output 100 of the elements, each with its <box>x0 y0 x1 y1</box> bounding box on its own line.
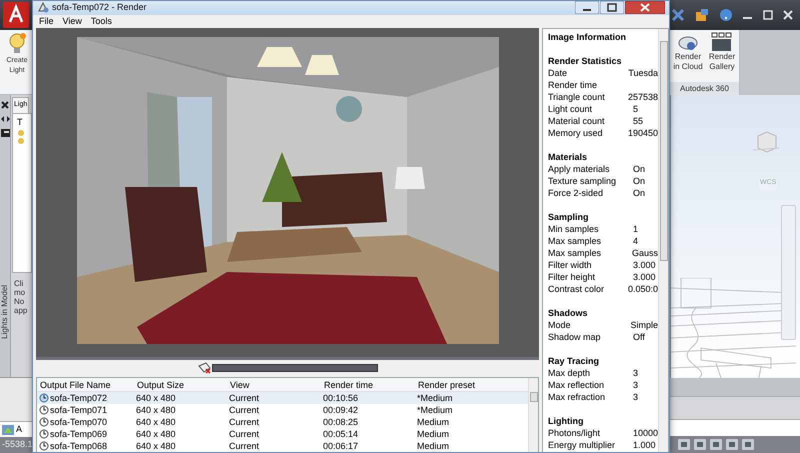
property-value: 3.000 <box>633 270 656 282</box>
close-button[interactable] <box>625 1 665 14</box>
property-value: 1.000 <box>633 438 656 450</box>
table-cell: *Medium <box>417 392 453 404</box>
status-toggle-icon[interactable] <box>678 439 690 450</box>
help-text: Cli <box>14 278 24 288</box>
table-cell: 00:10:56 <box>323 392 358 404</box>
table-cell: sofa-Temp072 <box>50 392 108 404</box>
property-label: Material count <box>548 114 606 126</box>
command-text: A <box>16 422 22 436</box>
maximize-icon[interactable] <box>763 10 773 20</box>
table-cell: sofa-Temp070 <box>50 416 108 428</box>
gallery-icon <box>710 32 734 52</box>
property-label: Apply materials <box>548 162 611 174</box>
help-text: mo <box>14 288 26 296</box>
auto-hide-icon[interactable] <box>0 115 10 123</box>
property-label: Memory used <box>548 126 604 138</box>
close-icon[interactable] <box>1 101 9 109</box>
section-title: Ray Tracing <box>548 354 600 366</box>
help-icon[interactable] <box>719 8 733 22</box>
clock-icon <box>39 416 49 426</box>
table-cell: Current <box>229 404 260 416</box>
history-row[interactable]: sofa-Temp072 640 x 480 Current 00:10:56 *Medium <box>37 392 528 404</box>
status-toggle-icon[interactable] <box>726 439 738 450</box>
render-icon <box>198 362 212 374</box>
clock-icon <box>39 428 49 438</box>
property-value: On <box>633 162 646 174</box>
property-label: Filter height <box>548 270 596 282</box>
property-label: Max samples <box>548 234 602 246</box>
property-label: Light count <box>548 102 594 114</box>
column-header[interactable]: Output Size <box>134 378 227 390</box>
column-header[interactable]: Render preset <box>415 378 528 390</box>
table-cell: 00:06:17 <box>323 440 358 452</box>
property-label: Render time <box>548 78 598 90</box>
status-toggle-icon[interactable] <box>710 439 722 450</box>
scrollbar[interactable] <box>658 28 668 452</box>
menu-item[interactable]: View <box>62 14 82 28</box>
table-cell: 640 x 480 <box>136 428 176 440</box>
command-icon[interactable] <box>2 424 14 434</box>
properties-icon[interactable] <box>0 129 10 137</box>
property-label: Max samples <box>548 246 602 258</box>
property-value: Off <box>633 330 645 342</box>
property-label: Max refraction <box>548 390 606 402</box>
coordinates: -5538.1 <box>2 438 33 452</box>
table-cell: 00:05:14 <box>323 428 358 440</box>
clock-icon <box>39 404 49 414</box>
property-label: Force 2-sided <box>548 186 604 198</box>
light-icon <box>17 129 25 145</box>
property-value: 3 <box>633 378 638 390</box>
property-value: 3 <box>633 390 638 402</box>
property-value: 4 <box>633 234 638 246</box>
minimize-button[interactable] <box>575 1 599 14</box>
property-value: 3.000 <box>633 258 656 270</box>
table-cell: 640 x 480 <box>136 416 176 428</box>
property-label: Energy multiplier <box>548 438 616 450</box>
light-bulb-icon[interactable] <box>7 32 27 56</box>
table-cell: sofa-Temp071 <box>50 404 108 416</box>
property-label: Mode <box>548 318 572 330</box>
history-row[interactable]: sofa-Temp071 640 x 480 Current 00:09:42 *Medium <box>37 404 528 416</box>
section-title: Sampling <box>548 210 590 222</box>
property-value: 0.050:0 <box>628 282 658 294</box>
table-cell: 00:08:25 <box>323 416 358 428</box>
section-title: Render Statistics <box>548 54 623 66</box>
section-title: Materials <box>548 150 588 162</box>
panel-label: Autodesk 360 <box>670 82 739 95</box>
menu-item[interactable]: File <box>39 14 54 28</box>
property-value: On <box>633 186 646 198</box>
scrollbar[interactable] <box>528 378 538 452</box>
status-toggle-icon[interactable] <box>742 439 754 450</box>
table-cell: Current <box>229 440 260 452</box>
property-value: 5 <box>633 102 638 114</box>
property-label: Min samples <box>548 222 600 234</box>
property-label: Contrast color <box>548 282 606 294</box>
table-cell: Current <box>229 416 260 428</box>
property-value: 55 <box>633 114 644 126</box>
property-label: Max depth <box>548 366 592 378</box>
ribbon-button[interactable]: Render Gallery <box>706 32 738 82</box>
table-cell: sofa-Temp068 <box>50 440 108 452</box>
column-header[interactable]: Render time <box>321 378 415 390</box>
property-label: Photons/light <box>548 426 602 438</box>
panel-title: Image Information <box>548 30 628 42</box>
clock-icon <box>39 440 49 450</box>
column-header[interactable]: View <box>227 378 321 390</box>
palette-title: Lights in Model <box>0 285 10 339</box>
app-logo[interactable] <box>3 2 29 28</box>
table-cell: Medium <box>417 416 450 428</box>
property-value: Gauss <box>632 246 658 258</box>
table-cell: 00:09:42 <box>323 404 358 416</box>
table-cell: Current <box>229 392 260 404</box>
property-value: Simple <box>630 318 658 330</box>
property-value: 3 <box>633 366 638 378</box>
maximize-button[interactable] <box>600 1 624 14</box>
ribbon-button[interactable]: Render in Cloud <box>672 32 704 82</box>
property-value: 190450 <box>628 126 658 138</box>
table-cell: Medium <box>417 428 450 440</box>
menu-item[interactable]: Tools <box>90 14 112 28</box>
column-header[interactable]: Output File Name <box>37 378 134 390</box>
render-icon <box>37 2 49 14</box>
property-value: 1 <box>633 222 638 234</box>
status-toggle-icon[interactable] <box>694 439 706 450</box>
